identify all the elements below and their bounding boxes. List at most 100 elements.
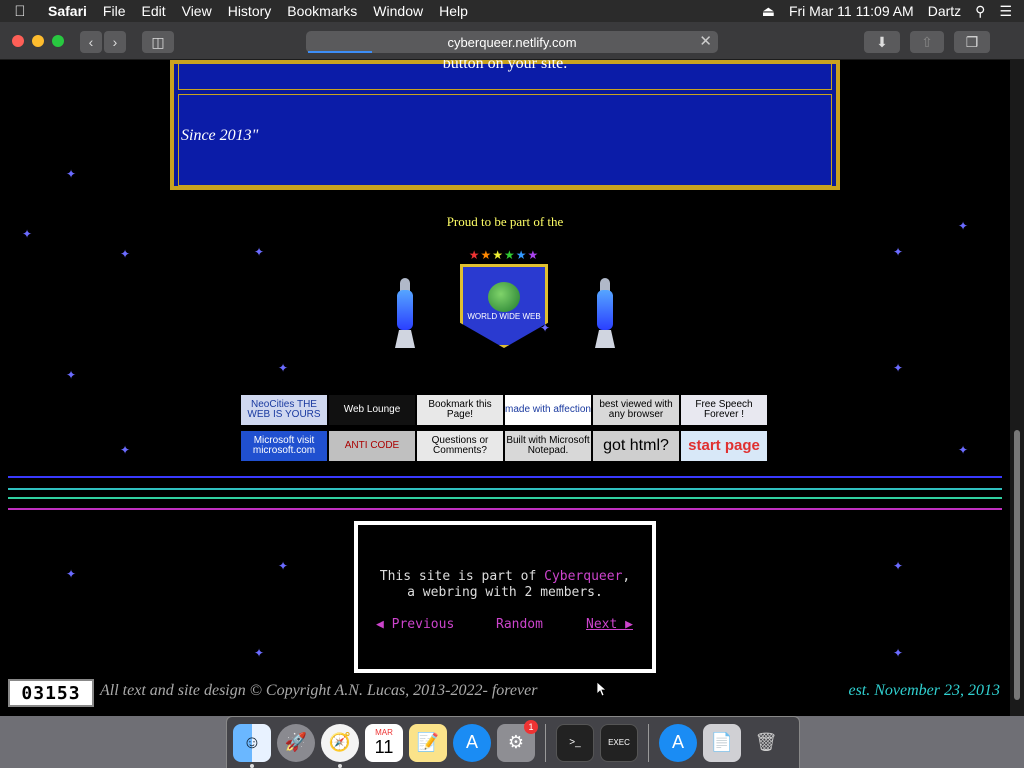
search-icon[interactable]: ⚲ [975,3,985,20]
star-decoration: ✦ [120,247,131,261]
launchpad-icon[interactable]: 🚀 [277,723,315,762]
made-with-affection-badge[interactable]: made with affection [505,395,591,425]
established-date: est. November 23, 2013 [848,682,1000,699]
starfield-panel: button on your site. Since 2013" [170,60,840,190]
star-decoration: ✦ [120,443,131,457]
sidebar-toggle-icon[interactable]: ◫ [142,31,174,53]
webring-line1: This site is part of Cyberqueer, [379,569,631,584]
web-lounge-badge[interactable]: Web Lounge [329,395,415,425]
got-html-badge[interactable]: got html? [593,431,679,461]
page-scrollbar[interactable] [1010,60,1024,716]
app-store-icon[interactable]: A [453,723,491,762]
star-decoration: ✦ [66,567,77,581]
notes-icon[interactable]: 📝 [409,723,447,762]
menu-history[interactable]: History [220,3,280,19]
star-decoration: ✦ [278,559,289,573]
url-text: cyberqueer.netlify.com [447,34,577,50]
webring-random-link[interactable]: Random [496,617,543,632]
dock-separator [545,723,546,762]
copyright-text: All text and site design © Copyright A.N… [100,682,538,699]
apple-icon[interactable]:  [0,3,40,20]
app-store-downloads-icon[interactable]: A [659,723,697,762]
calendar-day: 11 [374,737,394,757]
zoom-window-button[interactable] [52,35,64,47]
free-speech-badge[interactable]: Free Speech Forever ! [681,395,767,425]
since-text: Since 2013" [181,127,259,144]
star-decoration: ✦ [893,245,904,259]
dock-separator [648,723,649,762]
menu-help[interactable]: Help [431,3,476,19]
notepad-badge[interactable]: Built with Microsoft Notepad. [505,431,591,461]
minimize-window-button[interactable] [32,35,44,47]
divider-green [8,497,1002,499]
start-page-badge[interactable]: start page [681,431,767,461]
menu-app-name[interactable]: Safari [40,3,95,19]
forward-button[interactable]: › [104,31,126,53]
menu-bookmarks[interactable]: Bookmarks [279,3,365,19]
webring-previous-link[interactable]: ◀ Previous [376,617,454,632]
trash-icon[interactable]: 🗑 [747,724,785,762]
questions-comments-badge[interactable]: Questions or Comments? [417,431,503,461]
menu-edit[interactable]: Edit [133,3,173,19]
calendar-icon[interactable]: MAR 11 [365,723,403,762]
star-decoration: ✦ [66,167,77,181]
star-decoration: ✦ [893,361,904,375]
menu-bar:  Safari File Edit View History Bookmark… [0,0,1024,22]
star-decoration: ✦ [958,443,969,457]
hit-counter: 03153 [8,679,94,707]
console-icon[interactable]: EXEC [600,723,638,762]
calendar-month: MAR [375,728,393,737]
microsoft-badge[interactable]: Microsoft visit microsoft.com [241,431,327,461]
bookmark-badge[interactable]: Bookmark this Page! [417,395,503,425]
rainbow-stars-icon: ★★★★★★ [468,248,540,262]
share-icon[interactable]: ⇧ [910,31,944,53]
divider-blue [8,476,1002,478]
menu-window[interactable]: Window [365,3,431,19]
safari-icon[interactable]: 🧭 [321,723,359,768]
webring-line2: a webring with 2 members. [407,585,603,600]
anti-code-badge[interactable]: ANTI CODE [329,431,415,461]
lava-lamp-icon [394,278,416,350]
neocities-badge[interactable]: NeoCities THE WEB IS YOURS [241,395,327,425]
back-button[interactable]: ‹ [80,31,102,53]
documents-folder-icon[interactable]: 📄 [703,723,741,762]
stop-loading-icon[interactable]: ✕ [699,32,712,50]
any-browser-badge[interactable]: best viewed with any browser [593,395,679,425]
webring-name-link[interactable]: Cyberqueer [544,569,622,584]
dock: ☺ 🚀 🧭 MAR 11 📝 A ⚙ 1 >_ EXEC A 📄 🗑 [226,716,800,768]
www-badge-text: WORLD WIDE WEB [467,312,541,321]
menu-view[interactable]: View [174,3,220,19]
world-wide-web-badge[interactable]: ★★★★★★ WORLD WIDE WEB [458,248,550,350]
eject-icon[interactable]: ⏏ [762,3,775,20]
web-content: ✦ ✦ ✦ ✦ ✦ ✦ ✦ ✦ ✦ ✦ ✦ ✦ ✦ ✦ ✦ ✦ ✦ button… [0,60,1010,716]
star-decoration: ✦ [254,646,265,660]
notification-badge: 1 [524,719,538,734]
menu-file[interactable]: File [95,3,134,19]
webring-next-link[interactable]: Next ▶ [586,617,633,632]
star-decoration: ✦ [66,368,77,382]
list-icon[interactable]: ☰ [999,3,1012,20]
system-preferences-icon[interactable]: ⚙ 1 [497,719,538,762]
finder-icon[interactable]: ☺ [233,723,271,768]
address-bar[interactable]: cyberqueer.netlify.com ✕ [306,31,718,53]
mouse-cursor-icon [597,682,607,696]
webring-widget: This site is part of Cyberqueer, a webri… [354,521,656,673]
browser-toolbar: ‹ › ◫ cyberqueer.netlify.com ✕ ⬇ ⇧ ❐ + [0,22,1024,77]
clock[interactable]: Fri Mar 11 11:09 AM [789,3,914,19]
globe-icon [488,282,520,312]
scrollbar-thumb[interactable] [1014,430,1020,700]
since-panel: Since 2013" [178,94,832,186]
star-decoration: ✦ [278,361,289,375]
divider-magenta [8,508,1002,510]
user-name[interactable]: Dartz [928,3,961,19]
top-panel-text: button on your site. [178,60,832,90]
downloads-icon[interactable]: ⬇ [864,31,900,53]
star-decoration: ✦ [254,245,265,259]
loading-progress [308,51,372,53]
star-decoration: ✦ [893,646,904,660]
tabs-overview-icon[interactable]: ❐ [954,31,990,53]
close-window-button[interactable] [12,35,24,47]
divider-cyan [8,488,1002,490]
terminal-icon[interactable]: >_ [556,723,594,762]
lava-lamp-icon [594,278,616,350]
